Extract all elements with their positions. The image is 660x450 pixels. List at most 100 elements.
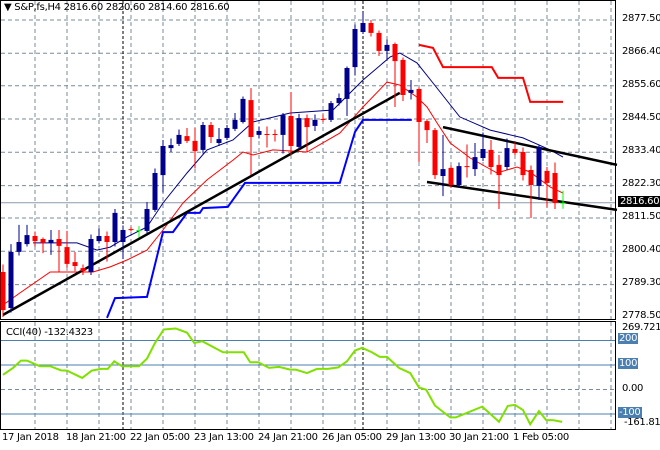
price-tick: 2844.50 [622,112,660,123]
time-tick: 18 Jan 21:00 [66,432,126,443]
candle-body [400,59,406,95]
candle-body [168,145,174,149]
dropdown-arrow-icon[interactable]: ▼ [4,2,12,13]
candle-body [376,32,382,51]
candle-body [72,262,78,266]
candle-body [112,212,118,242]
candle-body [280,115,286,135]
time-tick: 30 Jan 21:00 [449,432,509,443]
candle-body [136,230,142,231]
candle-body [504,148,510,167]
candle-body [296,118,302,147]
candle-body [288,116,294,146]
candle-body [184,136,190,141]
candle-body [408,89,414,93]
candle-body [56,239,62,246]
low-value: 2814.60 [147,2,188,13]
candle-body [352,29,358,68]
candle-body [360,23,366,32]
candle-body [520,152,526,176]
candle-body [464,166,470,168]
time-tick: 29 Jan 13:00 [386,432,446,443]
candle-body [496,164,502,176]
time-tick: 24 Jan 21:00 [258,432,318,443]
time-tick: 22 Jan 05:00 [130,432,190,443]
candle-body [232,119,238,129]
candle-body [0,272,6,311]
price-tick: 2778.50 [622,310,660,321]
close-value: 2816.60 [190,2,230,13]
candle-body [16,242,22,252]
candle-body [448,167,454,185]
candle-body [152,173,158,210]
candle-body [48,239,54,243]
candle-body [88,239,94,272]
price-tick: 2855.60 [622,79,660,90]
candle-body [440,169,446,176]
candle-body [8,251,14,308]
candle-body [480,149,486,158]
cci-level-100: 100 [618,358,639,369]
cci-max-label: 269.7219 [622,322,660,333]
candle-body [80,268,86,272]
candle-body [120,230,126,242]
candle-body [32,236,38,242]
candle-body [544,170,550,183]
candle-body [432,130,438,176]
cci-level-0: 0.00 [622,383,644,394]
cci-level-200: 200 [618,333,639,344]
candle-body [216,139,222,143]
chart-canvas [0,0,618,430]
candle-body [96,236,102,242]
candle-body [248,100,254,137]
candle-body [192,140,198,152]
candle-body [144,209,150,231]
high-value: 2820.60 [105,2,146,13]
candle-body [488,149,494,167]
candle-body [344,68,350,99]
candle-body [264,134,270,135]
time-tick: 23 Jan 13:00 [194,432,254,443]
candle-body [472,157,478,170]
current-price-label: 2816.60 [618,196,660,207]
candle-body [200,125,206,150]
price-tick: 2822.30 [622,178,660,189]
candle-body [336,98,342,104]
cci-title: CCI(40) -132.4323 [6,327,93,338]
price-tick: 2877.50 [622,13,660,24]
candle-body [240,98,246,122]
price-tick: 2811.50 [622,211,660,222]
time-tick: 26 Jan 05:00 [322,432,382,443]
candle-body [416,89,422,122]
candle-body [224,128,230,138]
candle-body [104,236,110,242]
trendline [442,125,618,167]
candle-body [424,121,430,131]
open-value: 2816.60 [63,2,104,13]
candle-body [208,125,214,137]
trendline [426,180,618,212]
candle-body [24,235,30,245]
chart-header: ▼ S&P,fs,H4 2816.60 2820.60 2814.60 2816… [4,2,230,13]
time-tick: 17 Jan 2018 [2,432,59,443]
candle-body [256,131,262,135]
price-tick: 2800.40 [622,244,660,255]
candle-body [368,23,374,33]
candle-body [456,166,462,185]
candle-body [560,202,566,204]
candle-body [528,170,534,185]
price-tick: 2833.40 [622,145,660,156]
candle-body [64,247,70,264]
candle-body [320,119,326,120]
price-tick: 2789.30 [622,277,660,288]
price-tick: 2866.40 [622,46,660,57]
candle-body [176,134,182,144]
time-tick: 1 Feb 05:00 [513,432,569,443]
candle-body [512,149,518,153]
candle-body [328,103,334,120]
candle-body [160,146,166,176]
candle-body [552,173,558,203]
candle-body [128,229,134,231]
symbol-label: S&P,fs,H4 [14,2,61,13]
candle-body [536,146,542,186]
